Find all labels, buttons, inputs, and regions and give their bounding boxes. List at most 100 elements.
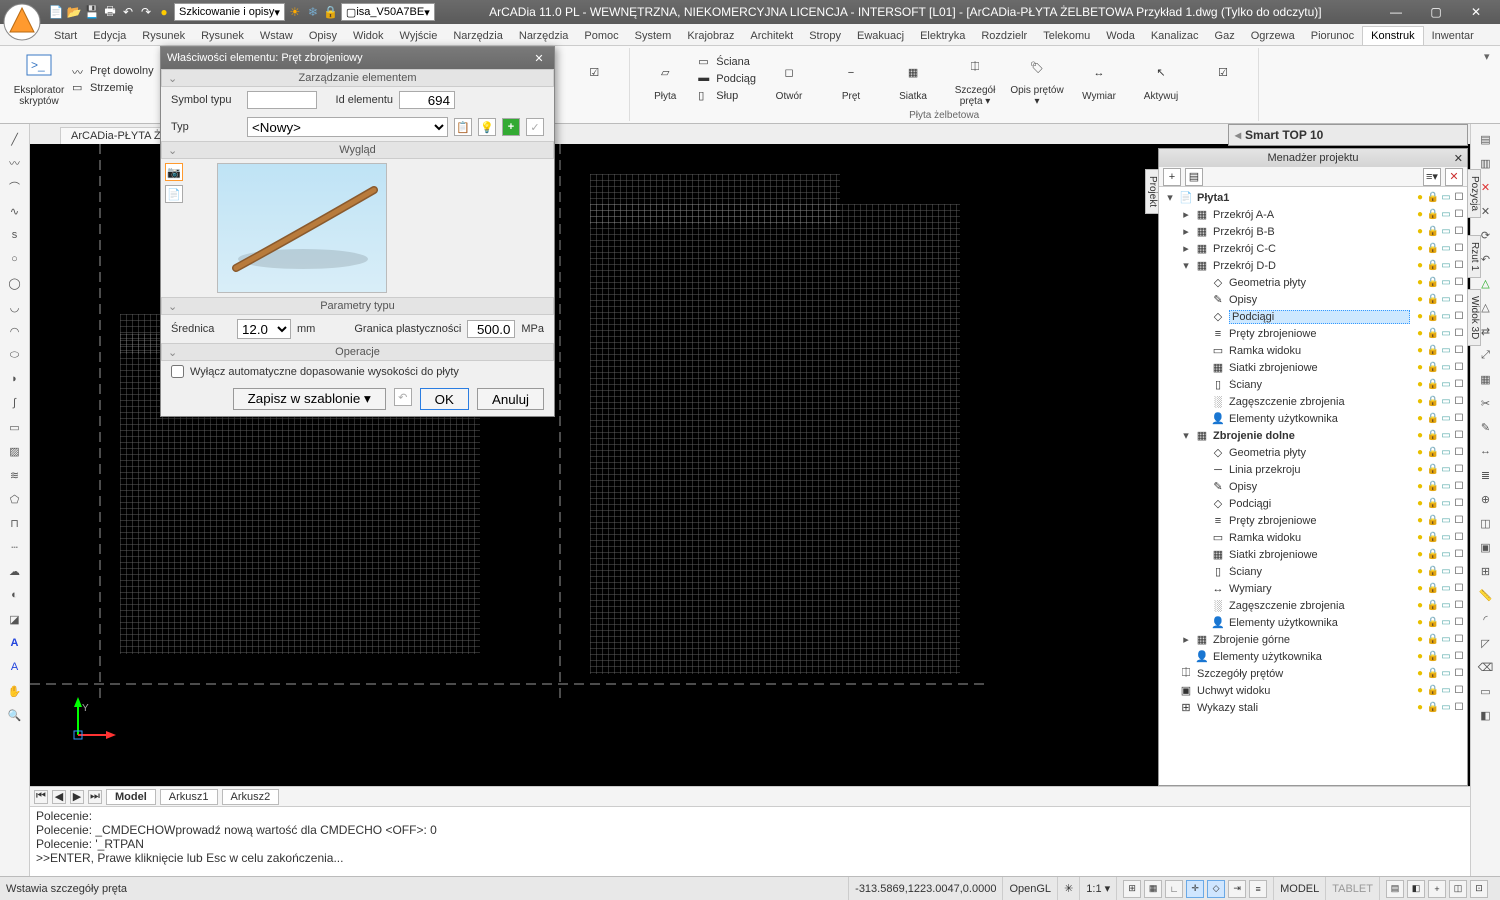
otrack-toggle[interactable]: ⇥: [1228, 880, 1246, 898]
qat-new-icon[interactable]: 📄: [48, 4, 64, 20]
lock-icon[interactable]: 🔒: [1427, 294, 1439, 306]
measure-icon[interactable]: 📏: [1476, 586, 1496, 604]
lock-icon[interactable]: 🔒: [1427, 702, 1439, 714]
visibility-icon[interactable]: ●: [1414, 481, 1426, 493]
lock-icon[interactable]: 🔒: [1427, 464, 1439, 476]
print-icon[interactable]: ▭: [1440, 430, 1452, 442]
tree-label[interactable]: Szczegóły prętów: [1197, 668, 1410, 680]
check-icon[interactable]: ☐: [1453, 702, 1465, 714]
check-icon[interactable]: ☐: [1453, 311, 1465, 323]
ribbon-tab-start[interactable]: Start: [46, 27, 85, 45]
check-icon[interactable]: ☐: [1453, 209, 1465, 221]
visibility-icon[interactable]: ●: [1414, 277, 1426, 289]
lock-icon[interactable]: 🔒: [1427, 447, 1439, 459]
tree-row[interactable]: ▦Siatki zbrojeniowe●🔒▭☐: [1161, 546, 1465, 563]
visibility-icon[interactable]: ●: [1414, 498, 1426, 510]
revcloud-tool-icon[interactable]: ☁: [5, 562, 25, 580]
wymiar2-button[interactable]: ↔Wymiar: [1070, 57, 1128, 102]
extra2-toggle[interactable]: ◧: [1407, 880, 1425, 898]
print-icon[interactable]: ▭: [1440, 277, 1452, 289]
tree-label[interactable]: Przekrój A-A: [1213, 209, 1410, 221]
arc-tool-icon[interactable]: ⌒: [5, 178, 25, 196]
lock-icon[interactable]: 🔒: [1427, 583, 1439, 595]
tree-label[interactable]: Podciągi: [1229, 310, 1410, 324]
tree-label[interactable]: Opisy: [1229, 481, 1410, 493]
print-icon[interactable]: ▭: [1440, 464, 1452, 476]
ribbon-tab-system[interactable]: System: [627, 27, 680, 45]
tree-expand-icon[interactable]: ▸: [1181, 208, 1191, 221]
ribbon-tab-opisy[interactable]: Opisy: [301, 27, 345, 45]
tree-row[interactable]: ▾▦Przekrój D-D●🔒▭☐: [1161, 257, 1465, 274]
ribbon-tab-elektryka[interactable]: Elektryka: [912, 27, 973, 45]
close-button[interactable]: ✕: [1456, 2, 1496, 22]
tree-label[interactable]: Siatki zbrojeniowe: [1229, 362, 1410, 374]
print-icon[interactable]: ▭: [1440, 566, 1452, 578]
lock-icon[interactable]: 🔒: [1427, 685, 1439, 697]
lock-icon[interactable]: 🔒: [1427, 651, 1439, 663]
lock-icon[interactable]: 🔒: [1427, 566, 1439, 578]
visibility-icon[interactable]: ●: [1414, 447, 1426, 459]
extra5-toggle[interactable]: ⊡: [1470, 880, 1488, 898]
tree-row[interactable]: 👤Elementy użytkownika●🔒▭☐: [1161, 614, 1465, 631]
ribbon-tab-wstaw[interactable]: Wstaw: [252, 27, 301, 45]
minimize-button[interactable]: —: [1376, 2, 1416, 22]
print-icon[interactable]: ▭: [1440, 413, 1452, 425]
plyta-button[interactable]: ▱Płyta: [636, 57, 694, 102]
tree-row[interactable]: ─Linia przekroju●🔒▭☐: [1161, 461, 1465, 478]
view-doc-icon[interactable]: 📄: [165, 185, 183, 203]
join-icon[interactable]: ⊕: [1476, 490, 1496, 508]
ribbon-tab-widok[interactable]: Widok: [345, 27, 392, 45]
print-icon[interactable]: ▭: [1440, 379, 1452, 391]
eraser-icon[interactable]: ⌫: [1476, 658, 1496, 676]
tree-label[interactable]: Zagęszczenie zbrojenia: [1229, 600, 1410, 612]
print-icon[interactable]: ▭: [1440, 583, 1452, 595]
pm-side-tab-3d[interactable]: Widok 3D: [1467, 289, 1481, 346]
ribbon-tab-pomoc[interactable]: Pomoc: [576, 27, 626, 45]
visibility-icon[interactable]: ●: [1414, 617, 1426, 629]
status-model[interactable]: MODEL: [1273, 877, 1325, 900]
layers-tool-icon[interactable]: ≋: [5, 466, 25, 484]
tree-label[interactable]: Pręty zbrojeniowe: [1229, 328, 1410, 340]
print-icon[interactable]: ▭: [1440, 600, 1452, 612]
check-icon[interactable]: ☐: [1453, 549, 1465, 561]
ribbon-tab-architekt[interactable]: Architekt: [742, 27, 801, 45]
ribbon-tab-ogrzewa[interactable]: Ogrzewa: [1243, 27, 1303, 45]
lock-icon[interactable]: 🔒: [1427, 498, 1439, 510]
tree-row[interactable]: ▯Ściany●🔒▭☐: [1161, 563, 1465, 580]
tree-label[interactable]: Wykazy stali: [1197, 702, 1410, 714]
tree-label[interactable]: Podciągi: [1229, 498, 1410, 510]
maximize-button[interactable]: ▢: [1416, 2, 1456, 22]
slup-link[interactable]: ▯Słup: [698, 89, 756, 103]
visibility-icon[interactable]: ●: [1414, 345, 1426, 357]
sciana-link[interactable]: ▭Ściana: [698, 55, 756, 69]
visibility-icon[interactable]: ●: [1414, 311, 1426, 323]
tree-label[interactable]: Uchwyt widoku: [1197, 685, 1410, 697]
pm-side-tab-projekt[interactable]: Projekt: [1145, 169, 1159, 214]
poly-tool-icon[interactable]: ⬠: [5, 490, 25, 508]
ribbon-tab-narzędzia[interactable]: Narzędzia: [511, 27, 577, 45]
command-line[interactable]: Polecenie: Polecenie: _CMDECHOWprowadź n…: [30, 806, 1470, 876]
tree-label[interactable]: Ściany: [1229, 566, 1410, 578]
visibility-icon[interactable]: ●: [1414, 430, 1426, 442]
check-icon[interactable]: ☐: [1453, 294, 1465, 306]
print-icon[interactable]: ▭: [1440, 481, 1452, 493]
tree-row[interactable]: ▸▦Zbrojenie górne●🔒▭☐: [1161, 631, 1465, 648]
print-icon[interactable]: ▭: [1440, 617, 1452, 629]
lock-icon[interactable]: 🔒: [1427, 515, 1439, 527]
print-icon[interactable]: ▭: [1440, 634, 1452, 646]
lock-icon[interactable]: 🔒: [1427, 209, 1439, 221]
print-icon[interactable]: ▭: [1440, 396, 1452, 408]
check-icon[interactable]: ☐: [1453, 481, 1465, 493]
ribbon-tab-wyjście[interactable]: Wyjście: [392, 27, 446, 45]
zoom-tool-icon[interactable]: 🔍: [5, 706, 25, 724]
strzemie-link[interactable]: ▭Strzemię: [72, 81, 154, 95]
chamfer-icon[interactable]: ◸: [1476, 634, 1496, 652]
tab-last-icon[interactable]: ⏭: [88, 790, 102, 804]
tree-label[interactable]: Elementy użytkownika: [1213, 651, 1410, 663]
print-icon[interactable]: ▭: [1440, 362, 1452, 374]
tree-label[interactable]: Siatki zbrojeniowe: [1229, 549, 1410, 561]
qat-combo-layer[interactable]: ▢ isa_V50A7BE ▾: [341, 3, 435, 21]
tree-row[interactable]: ▸▦Przekrój A-A●🔒▭☐: [1161, 206, 1465, 223]
qat-sun-icon[interactable]: ☀: [287, 4, 303, 20]
arc3-tool-icon[interactable]: ◠: [5, 322, 25, 340]
